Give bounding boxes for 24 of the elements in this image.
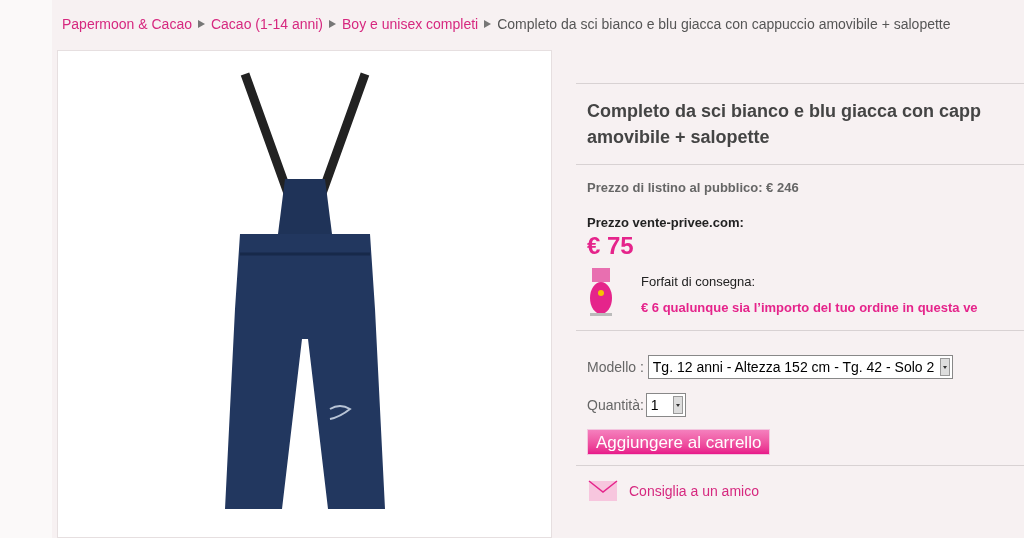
dropdown-arrow-icon bbox=[675, 403, 680, 407]
dropdown-arrow-icon bbox=[943, 365, 948, 369]
product-title: Completo da sci bianco e blu giacca con capp bbox=[587, 100, 983, 123]
sale-price: € 75 bbox=[587, 232, 635, 260]
separator-arrow-icon bbox=[329, 20, 337, 28]
recommend-link[interactable]: Consiglia a un amico bbox=[629, 480, 759, 502]
model-label: Modello : bbox=[587, 357, 644, 377]
breadcrumb-current: Completo da sci bianco e blu giacca con cappuccio amovibile + salopette bbox=[497, 14, 951, 34]
shipping-text: € 6 qualunque sia l’importo del tuo ordine in questa ve bbox=[641, 298, 978, 317]
product-title: amovibile + salopette bbox=[587, 126, 771, 149]
list-price: Prezzo di listino al pubblico: € 246 bbox=[587, 179, 800, 197]
separator-arrow-icon bbox=[484, 20, 492, 28]
shipping-label: Forfait di consegna: bbox=[641, 273, 757, 291]
quantity-select[interactable]: 1 bbox=[645, 393, 686, 417]
add-to-cart-button[interactable]: Aggiungere al carrello bbox=[587, 429, 771, 455]
mascot-icon bbox=[587, 268, 615, 318]
breadcrumb-link[interactable]: Papermoon & Cacao bbox=[62, 13, 192, 35]
sale-price-label: Prezzo vente-privee.com: bbox=[587, 213, 745, 232]
quantity-label: Quantità: bbox=[587, 395, 644, 415]
breadcrumb-link[interactable]: Cacao (1-14 anni) bbox=[210, 13, 324, 35]
envelope-icon bbox=[587, 480, 619, 502]
breadcrumb-link[interactable]: Boy e unisex completi bbox=[342, 13, 479, 35]
separator-arrow-icon bbox=[197, 20, 205, 28]
model-select[interactable]: Tg. 12 anni - Altezza 152 cm - Tg. 42 - Solo 2 bbox=[647, 355, 954, 379]
